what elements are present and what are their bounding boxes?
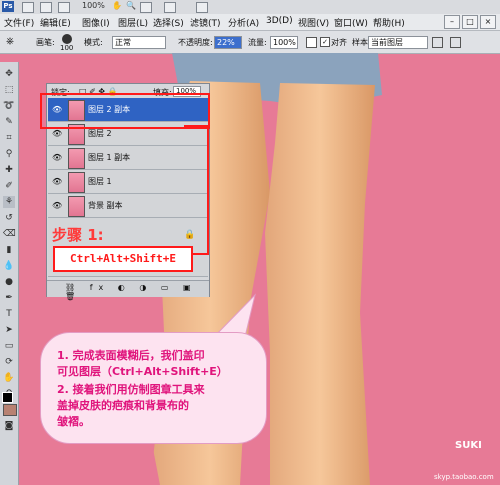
mode-label: 模式: xyxy=(84,38,103,47)
brush-tool-icon[interactable]: ✐ xyxy=(3,180,15,192)
menu-bar: 文件(F) 编辑(E) 图像(I) 图层(L) 选择(S) 滤镜(T) 分析(A… xyxy=(0,14,500,31)
menu-view[interactable]: 视图(V) xyxy=(298,16,329,29)
align-label: 对齐 xyxy=(331,38,347,47)
path-selection-tool-icon[interactable]: ➤ xyxy=(3,324,15,336)
menu-layer[interactable]: 图层(L) xyxy=(118,16,148,29)
quick-mask-icon[interactable]: ◙ xyxy=(3,420,15,432)
menu-help[interactable]: 帮助(H) xyxy=(373,16,405,29)
shortcut-box: Ctrl+Alt+Shift+E xyxy=(53,246,193,272)
menu-window[interactable]: 窗口(W) xyxy=(334,16,368,29)
close-icon[interactable]: × xyxy=(480,15,496,29)
layer-name: 图层 1 xyxy=(88,177,112,186)
visibility-eye-icon[interactable]: 👁 xyxy=(52,153,62,162)
instruction-line: 可见图层（Ctrl+Alt+Shift+E） xyxy=(57,365,228,378)
crop-tool-icon[interactable]: ⌗ xyxy=(3,132,15,144)
gradient-tool-icon[interactable]: ▮ xyxy=(3,244,15,256)
eraser-tool-icon[interactable]: ⌫ xyxy=(3,228,16,240)
layers-panel-footer: ⛓ fx ◐ ◑ ▭ ▣ 🗑 xyxy=(47,280,209,301)
menu-edit[interactable]: 编辑(E) xyxy=(40,16,71,29)
mini-bridge-icon[interactable] xyxy=(40,2,52,13)
sample-select[interactable]: 当前图层 xyxy=(368,36,428,49)
align-checkbox[interactable]: ✓ xyxy=(320,37,330,47)
lasso-tool-icon[interactable]: ➰ xyxy=(3,100,15,112)
screen-mode-icon[interactable] xyxy=(196,2,208,13)
layer-name: 背景 副本 xyxy=(88,201,123,210)
maximize-icon[interactable]: □ xyxy=(462,15,478,29)
layer-name: 图层 2 xyxy=(88,129,112,138)
quick-select-tool-icon[interactable]: ✎ xyxy=(3,116,15,128)
zoom-icon[interactable]: 🔍 xyxy=(126,1,136,10)
zoom-level[interactable]: 100% xyxy=(82,1,105,10)
photoshop-logo-icon: Ps xyxy=(2,1,14,12)
watermark-brand: SUKI xyxy=(455,440,482,451)
flow-input[interactable]: 100% xyxy=(270,36,298,49)
opacity-input[interactable]: 22% xyxy=(214,36,242,49)
hand-icon[interactable]: ✋ xyxy=(112,1,122,10)
toolbox: ✥ ⬚ ➰ ✎ ⌗ ⚲ ✚ ✐ ⚘ ↺ ⌫ ▮ 💧 ● ✒ T ➤ ▭ ⟳ ✋ … xyxy=(0,62,19,485)
instruction-line: 盖掉皮肤的疤痕和背景布的 xyxy=(57,399,189,412)
layer-thumbnail xyxy=(68,196,85,217)
layer-name: 图层 1 副本 xyxy=(88,153,131,162)
3d-rotate-tool-icon[interactable]: ⟳ xyxy=(3,356,15,368)
move-tool-icon[interactable]: ✥ xyxy=(3,68,15,80)
minimize-icon[interactable]: – xyxy=(444,15,460,29)
brush-tip-icon[interactable] xyxy=(62,34,72,44)
connector-line xyxy=(184,125,209,255)
shape-tool-icon[interactable]: ▭ xyxy=(3,340,15,352)
layer-action-icons[interactable]: ⛓ fx ◐ ◑ ▭ ▣ 🗑 xyxy=(65,283,209,301)
clone-stamp-tool-icon[interactable]: ⚘ xyxy=(3,196,15,208)
healing-brush-tool-icon[interactable]: ✚ xyxy=(3,164,15,176)
opacity-label: 不透明度: xyxy=(178,38,213,47)
hand-tool-icon[interactable]: ✋ xyxy=(3,372,15,384)
instruction-line: 皱褶。 xyxy=(57,415,90,428)
instruction-line: 2. 接着我们用仿制图章工具来 xyxy=(57,383,205,396)
step-label: 步骤 1: xyxy=(52,226,104,244)
view-extras-icon[interactable] xyxy=(58,2,70,13)
visibility-eye-icon[interactable]: 👁 xyxy=(52,201,62,210)
airbrush-icon[interactable] xyxy=(306,37,317,48)
menu-select[interactable]: 选择(S) xyxy=(153,16,184,29)
layer-thumbnail xyxy=(68,148,85,169)
clone-stamp-preset-icon[interactable]: ⎈ xyxy=(6,36,20,48)
layer-thumbnail xyxy=(68,172,85,193)
pen-tool-icon[interactable]: ✒ xyxy=(3,292,15,304)
flow-label: 流量: xyxy=(248,38,267,47)
marquee-tool-icon[interactable]: ⬚ xyxy=(3,84,15,96)
dodge-tool-icon[interactable]: ● xyxy=(3,276,15,288)
pressure-icon[interactable] xyxy=(450,37,461,48)
menu-file[interactable]: 文件(F) xyxy=(4,16,34,29)
menu-filter[interactable]: 滤镜(T) xyxy=(190,16,221,29)
rotate-view-icon[interactable] xyxy=(140,2,152,13)
application-bar: Ps 100% ✋ 🔍 xyxy=(0,0,500,15)
blur-tool-icon[interactable]: 💧 xyxy=(3,260,15,272)
brush-label: 画笔: xyxy=(36,38,55,47)
menu-3d[interactable]: 3D(D) xyxy=(266,16,293,26)
foreground-color-swatch[interactable] xyxy=(2,392,13,403)
type-tool-icon[interactable]: T xyxy=(3,308,15,320)
visibility-eye-icon[interactable]: 👁 xyxy=(52,177,62,186)
mode-select[interactable]: 正常 xyxy=(112,36,166,49)
instruction-callout: 1. 完成表面模糊后，我们盖印 可见图层（Ctrl+Alt+Shift+E） 2… xyxy=(40,332,267,444)
ignore-adjustment-icon[interactable] xyxy=(432,37,443,48)
eyedropper-tool-icon[interactable]: ⚲ xyxy=(3,148,15,160)
brush-size: 100 xyxy=(60,44,74,52)
menu-analysis[interactable]: 分析(A) xyxy=(228,16,259,29)
watermark-url: skyp.taobao.com xyxy=(434,473,494,481)
menu-image[interactable]: 图像(I) xyxy=(82,16,110,29)
background-color-swatch[interactable] xyxy=(3,404,17,416)
instruction-line: 1. 完成表面模糊后，我们盖印 xyxy=(57,349,205,362)
options-bar: ⎈ 画笔: 100 模式: 正常 不透明度: 22% 流量: 100% ✓ 对齐… xyxy=(0,31,500,54)
history-brush-tool-icon[interactable]: ↺ xyxy=(3,212,15,224)
visibility-eye-icon[interactable]: 👁 xyxy=(52,129,62,138)
bridge-icon[interactable] xyxy=(22,2,34,13)
arrange-documents-icon[interactable] xyxy=(164,2,176,13)
